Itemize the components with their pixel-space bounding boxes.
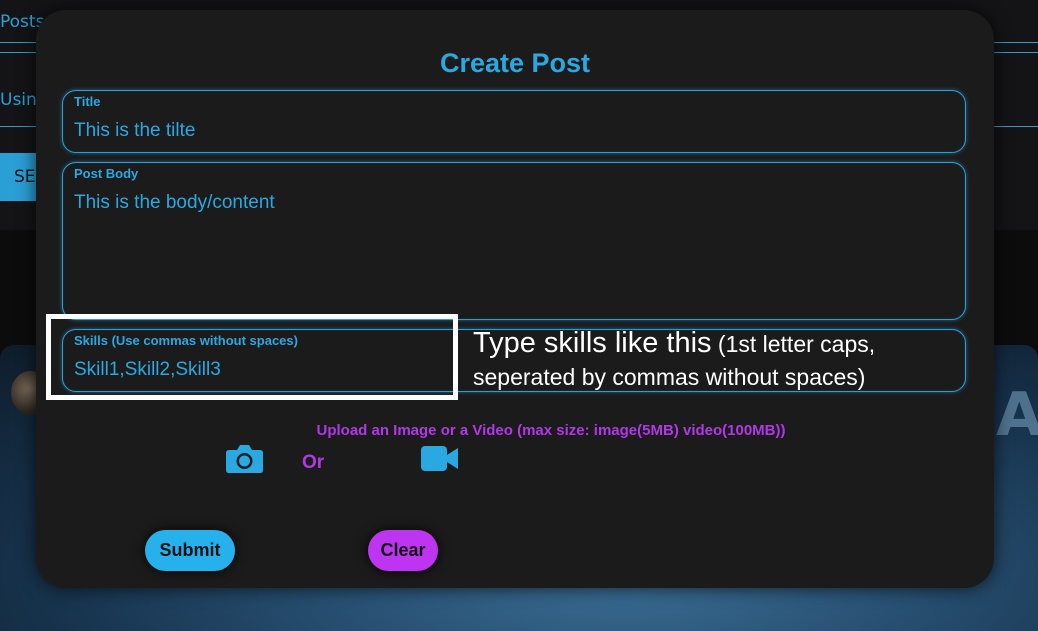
create-post-modal: Create Post Title This is the tilte Post… (36, 10, 994, 588)
title-field-label: Title (74, 94, 101, 109)
skills-highlight-box (46, 314, 458, 400)
title-field-value[interactable]: This is the tilte (74, 120, 195, 142)
annotation-detail-2: seperated by commas without spaces) (473, 364, 866, 390)
or-label: Or (302, 452, 325, 473)
post-body-field[interactable]: Post Body This is the body/content (62, 162, 966, 320)
video-camera-icon[interactable] (420, 445, 459, 476)
annotation-detail: (1st letter caps, (717, 331, 876, 357)
skills-annotation: Type skills like this (1st letter caps, … (473, 327, 875, 394)
title-field[interactable]: Title This is the tilte (62, 90, 966, 153)
hero-letter: A (996, 380, 1038, 450)
post-body-field-label: Post Body (74, 166, 139, 181)
modal-title: Create Post (439, 48, 591, 78)
upload-instructions: Upload an Image or a Video (max size: im… (316, 422, 786, 439)
post-body-field-value[interactable]: This is the body/content (74, 192, 275, 214)
clear-button[interactable]: Clear (368, 530, 438, 571)
camera-icon[interactable] (225, 444, 264, 478)
annotation-main: Type skills like this (473, 327, 712, 359)
submit-button[interactable]: Submit (145, 530, 235, 571)
